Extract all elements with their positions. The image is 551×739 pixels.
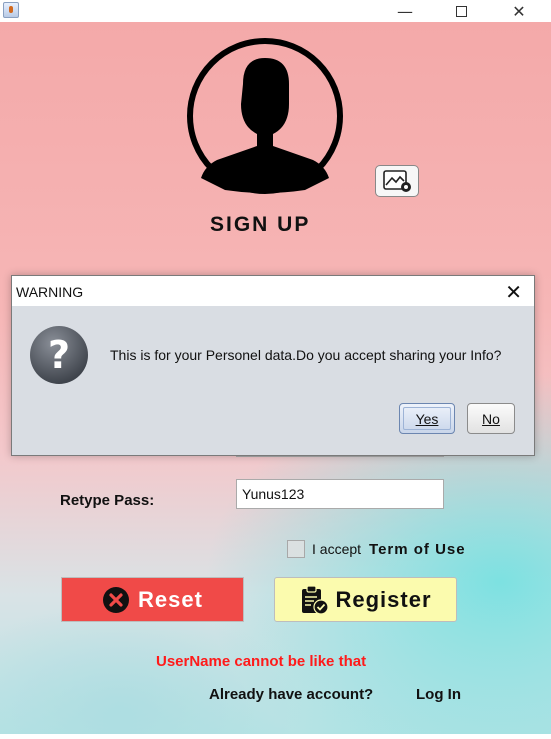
yes-button[interactable]: Yes xyxy=(399,403,455,434)
login-link[interactable]: Log In xyxy=(416,686,461,703)
window-close-button[interactable]: ✕ xyxy=(496,0,542,22)
error-message: UserName cannot be like that xyxy=(156,653,367,670)
minimize-button[interactable]: — xyxy=(382,0,428,22)
terms-row: I accept Term of Use xyxy=(287,540,466,558)
retype-pass-input[interactable] xyxy=(236,479,444,509)
accept-terms-checkbox[interactable] xyxy=(287,540,305,558)
user-avatar-icon xyxy=(187,38,343,194)
java-app-icon xyxy=(3,2,19,18)
reset-button[interactable]: Reset xyxy=(61,577,244,622)
maximize-button[interactable] xyxy=(438,0,484,22)
page-title: SIGN UP xyxy=(210,213,311,236)
maximize-icon xyxy=(455,5,467,17)
window-titlebar: — ✕ xyxy=(0,0,551,22)
no-button[interactable]: No xyxy=(467,403,515,434)
image-upload-icon xyxy=(383,170,411,192)
term-of-use-link[interactable]: Term of Use xyxy=(369,541,466,558)
dialog-message: This is for your Personel data.Do you ac… xyxy=(110,347,502,363)
register-button[interactable]: Register xyxy=(274,577,457,622)
dialog-titlebar: WARNING ✕ xyxy=(12,276,534,306)
dialog-close-button[interactable]: ✕ xyxy=(505,280,522,304)
question-icon: ? xyxy=(30,326,88,384)
dialog-body: ? This is for your Personel data.Do you … xyxy=(12,306,534,455)
retype-pass-label: Retype Pass: xyxy=(60,492,155,509)
clipboard-check-icon xyxy=(302,584,330,615)
reset-label: Reset xyxy=(138,586,203,612)
upload-photo-button[interactable] xyxy=(375,165,419,197)
already-have-account-text: Already have account? xyxy=(209,686,374,703)
window-bottom-border xyxy=(0,734,551,739)
accept-label: I accept xyxy=(312,541,362,557)
register-label: Register xyxy=(335,586,432,612)
dialog-title: WARNING xyxy=(16,284,84,300)
warning-dialog: WARNING ✕ ? This is for your Personel da… xyxy=(11,275,535,456)
cancel-icon xyxy=(103,586,130,613)
